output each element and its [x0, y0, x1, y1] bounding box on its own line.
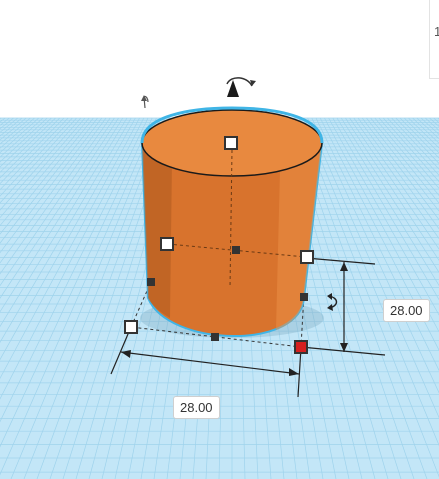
rotate-curve [226, 77, 253, 87]
lift-arrowhead [141, 95, 147, 101]
center-handle[interactable] [232, 246, 240, 254]
edge-handle-right[interactable] [300, 293, 308, 301]
side-panel[interactable] [429, 0, 439, 79]
width-dimension-input[interactable]: 28.00 [173, 396, 220, 419]
height-dimension-input[interactable]: 28.00 [383, 299, 430, 322]
corner-handle-left[interactable] [160, 237, 174, 251]
corner-handle-front-right-selected[interactable] [294, 340, 308, 354]
corner-handle-right[interactable] [300, 250, 314, 264]
top-height-handle[interactable] [224, 136, 238, 150]
panel-glyph: 1 [434, 24, 439, 39]
rotate-cone [227, 80, 239, 97]
corner-handle-front-left[interactable] [124, 320, 138, 334]
lift-arrow-icon[interactable] [141, 95, 149, 109]
edge-handle-front[interactable] [211, 333, 219, 341]
rotate-arrow-icon[interactable] [226, 77, 256, 97]
edge-handle-left[interactable] [147, 278, 155, 286]
